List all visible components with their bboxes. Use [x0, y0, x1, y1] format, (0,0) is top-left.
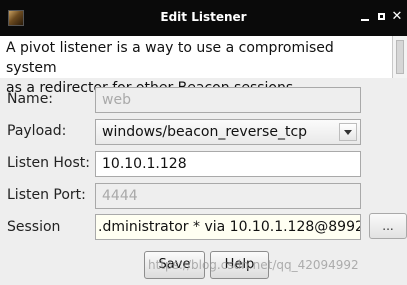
description-text-area: A pivot listener is a way to use a compr…	[0, 36, 392, 96]
scrollbar-thumb[interactable]	[396, 40, 404, 74]
listen-port-label: Listen Port:	[7, 187, 86, 203]
title-bar[interactable]: Edit Listener ✕	[0, 0, 407, 36]
dropdown-button[interactable]	[339, 123, 357, 141]
name-field: web	[95, 87, 361, 113]
name-label: Name:	[7, 91, 54, 107]
window-title: Edit Listener	[160, 10, 247, 24]
description-scrollbar[interactable]	[392, 36, 407, 78]
payload-selected-value: windows/beacon_reverse_tcp	[102, 124, 308, 140]
session-label: Session	[7, 219, 61, 235]
session-field[interactable]: .dministrator * via 10.10.1.128@8992	[95, 214, 361, 240]
payload-select[interactable]: windows/beacon_reverse_tcp	[95, 119, 361, 145]
description-line-1: A pivot listener is a way to use a compr…	[6, 40, 334, 76]
watermark-text: https://blog.csdn.net/qq_42094992	[148, 258, 359, 272]
session-browse-button[interactable]: ...	[369, 213, 407, 239]
listen-host-input[interactable]: 10.10.1.128	[95, 151, 361, 177]
chevron-down-icon	[344, 130, 352, 135]
maximize-icon[interactable]	[373, 9, 389, 25]
minimize-icon[interactable]	[357, 9, 373, 25]
payload-label: Payload:	[7, 123, 67, 139]
edit-listener-dialog: Edit Listener ✕ A pivot listener is a wa…	[0, 0, 407, 285]
close-icon[interactable]: ✕	[389, 9, 405, 25]
listen-port-field: 4444	[95, 183, 361, 209]
listen-host-label: Listen Host:	[7, 155, 91, 171]
